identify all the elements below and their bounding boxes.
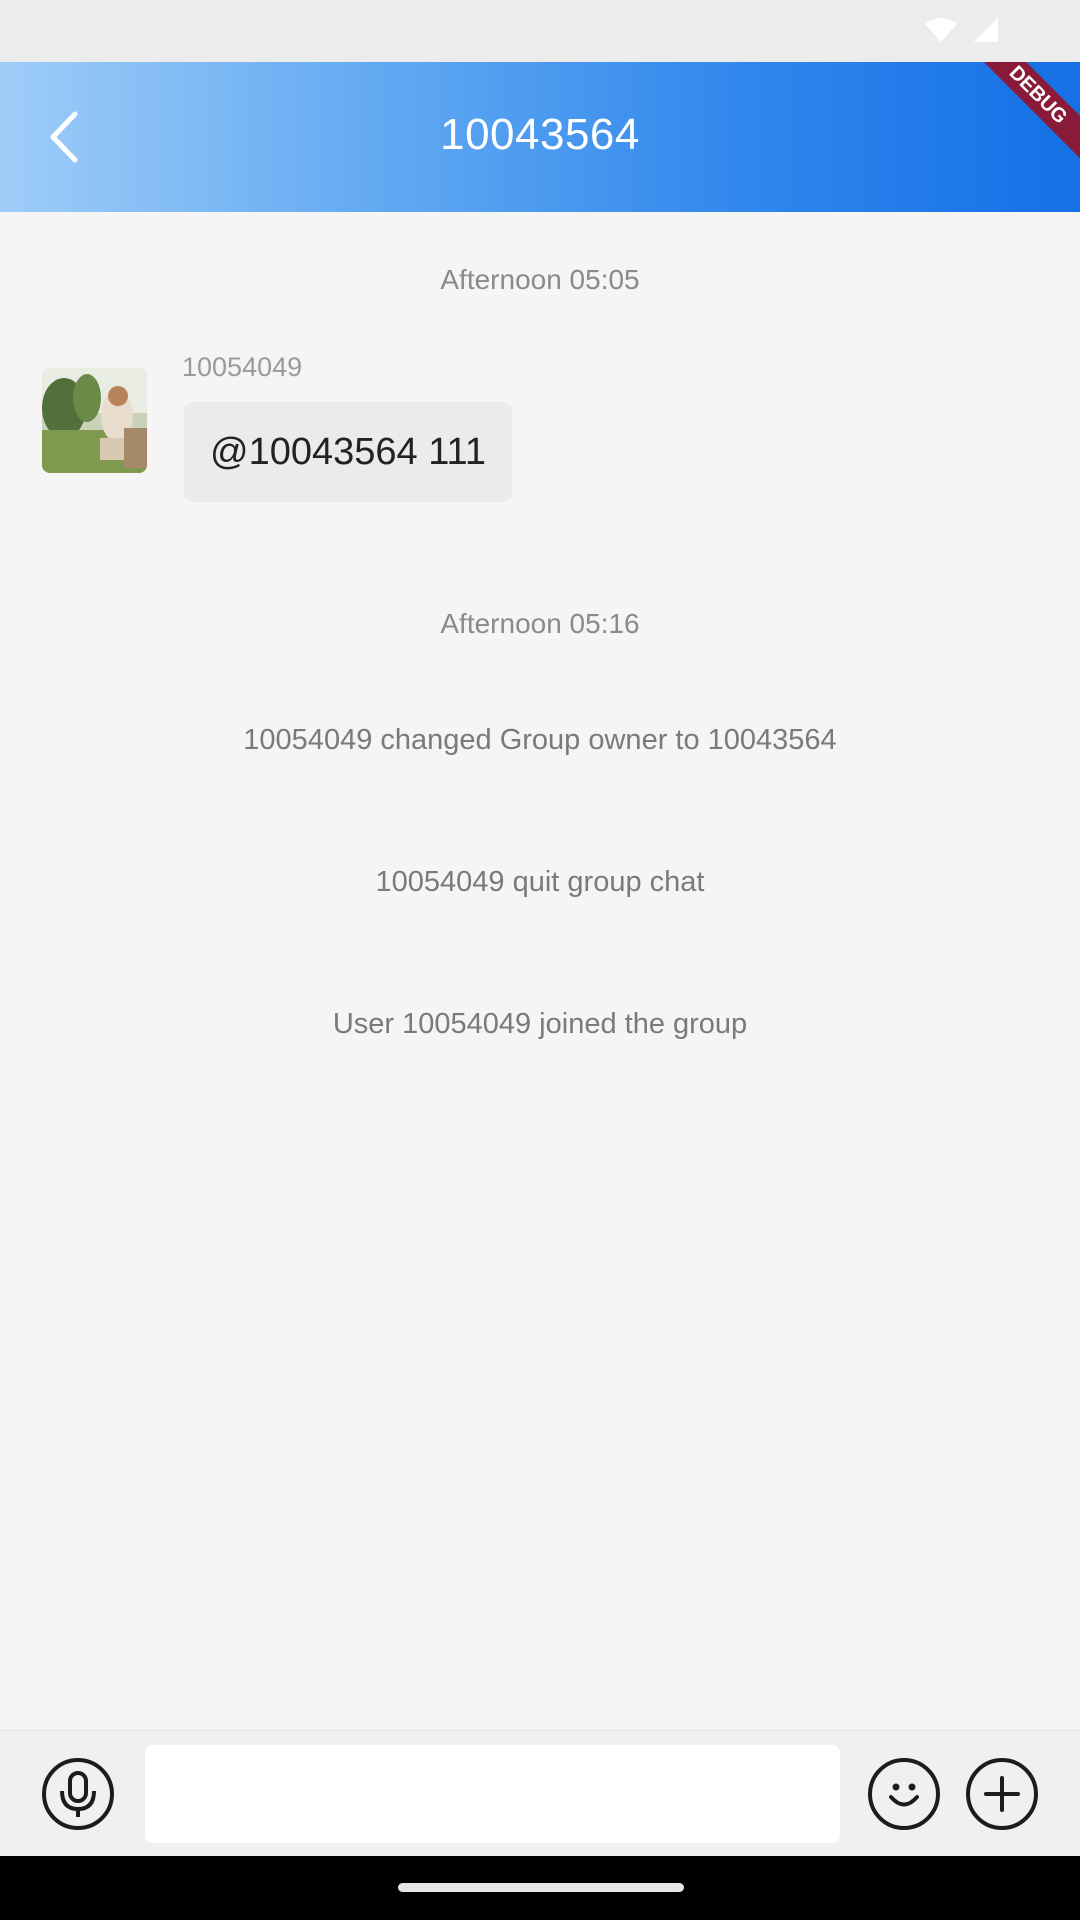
system-message: 10054049 quit group chat <box>375 866 705 898</box>
message-input[interactable] <box>145 1745 840 1843</box>
emoji-button[interactable] <box>868 1758 940 1830</box>
status-bar <box>0 0 1080 62</box>
home-indicator[interactable] <box>398 1883 684 1892</box>
wifi-icon <box>925 18 957 42</box>
plus-icon <box>984 1776 1020 1812</box>
more-button[interactable] <box>966 1758 1038 1830</box>
chat-area[interactable]: Afternoon 05:05 10054049 @10043564 111 A… <box>0 212 1080 1730</box>
message-bubble[interactable]: @10043564 111 <box>184 402 512 502</box>
page-title: 10043564 <box>440 110 640 159</box>
app-header: 10043564 DEBUG <box>0 62 1080 212</box>
timestamp: Afternoon 05:05 <box>440 264 640 295</box>
sender-name: 10054049 <box>182 352 303 382</box>
input-bar <box>0 1730 1080 1856</box>
timestamp: Afternoon 05:16 <box>440 608 640 639</box>
system-nav-bar <box>0 1856 1080 1920</box>
smiley-icon <box>889 1783 919 1807</box>
signal-icon <box>974 18 998 42</box>
microphone-icon <box>60 1771 96 1817</box>
avatar[interactable] <box>42 368 147 473</box>
voice-button[interactable] <box>42 1758 114 1830</box>
system-message: User 10054049 joined the group <box>332 1008 748 1040</box>
system-message: 10054049 changed Group owner to 10043564 <box>243 724 837 756</box>
avatar-photo <box>42 368 147 473</box>
status-icons <box>924 16 1000 44</box>
